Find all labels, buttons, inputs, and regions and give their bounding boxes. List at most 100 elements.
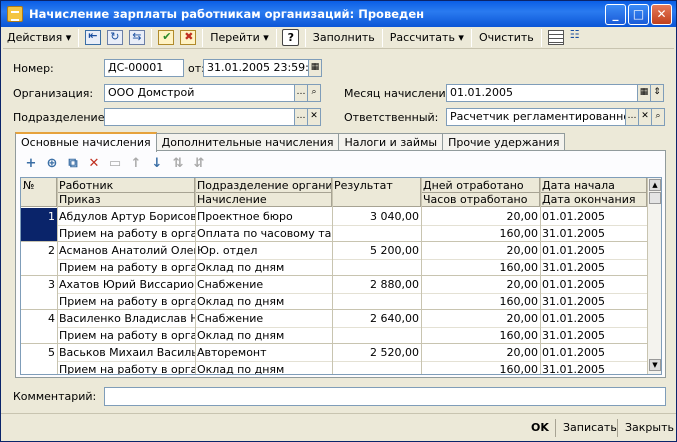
cell-dept[interactable]: Проектное бюро: [195, 209, 332, 224]
maximize-button[interactable]: □: [628, 3, 649, 25]
cell-hours[interactable]: 160,00: [421, 226, 540, 241]
cell-start[interactable]: 01.01.2005: [540, 243, 647, 258]
cell-num[interactable]: 3: [21, 277, 57, 292]
scroll-down-arrow-icon[interactable]: ▼: [649, 359, 661, 371]
tab-extra-accruals[interactable]: Дополнительные начисления: [155, 133, 340, 151]
col-header-hours[interactable]: Часов отработано: [421, 192, 540, 207]
refresh-icon[interactable]: ↻: [104, 28, 126, 48]
col-header-start-date[interactable]: Дата начала: [540, 178, 647, 193]
month-field[interactable]: 01.01.2005: [446, 84, 638, 102]
clear-button[interactable]: Очистить: [475, 28, 538, 48]
col-header-end-date[interactable]: Дата окончания: [540, 192, 647, 207]
goto-menu[interactable]: Перейти ▾: [206, 28, 273, 48]
tab-taxes-loans[interactable]: Налоги и займы: [338, 133, 444, 151]
cell-end[interactable]: 31.01.2005: [540, 260, 647, 275]
cell-num[interactable]: 4: [21, 311, 57, 326]
cell-start[interactable]: 01.01.2005: [540, 277, 647, 292]
help-button[interactable]: ?: [280, 28, 302, 48]
add-group-icon[interactable]: ⊕: [43, 154, 61, 172]
cell-dept[interactable]: Юр. отдел: [195, 243, 332, 258]
cell-hours[interactable]: 160,00: [421, 328, 540, 343]
close-window-button[interactable]: ✕: [651, 3, 672, 25]
cell-result[interactable]: 2 880,00: [332, 277, 421, 292]
cell-accrual[interactable]: Оплата по часовому тар...: [195, 226, 332, 241]
scroll-up-arrow-icon[interactable]: ▲: [649, 179, 661, 191]
minimize-button[interactable]: _: [605, 3, 626, 25]
cell-days[interactable]: 20,00: [421, 277, 540, 292]
sort-ascending-icon[interactable]: ⇅: [169, 154, 187, 172]
calendar-icon[interactable]: ▦: [308, 59, 322, 77]
cell-start[interactable]: 01.01.2005: [540, 345, 647, 360]
actions-menu[interactable]: Действия ▾: [3, 28, 75, 48]
tab-other-deductions[interactable]: Прочие удержания: [442, 133, 566, 151]
edit-row-icon[interactable]: ▭: [106, 154, 124, 172]
cell-order[interactable]: Прием на работу в орга...: [57, 294, 195, 309]
col-header-result[interactable]: Результат: [332, 178, 421, 207]
cell-dept[interactable]: Снабжение: [195, 311, 332, 326]
cell-employee[interactable]: Васьков Михаил Василь...: [57, 345, 195, 360]
date-field[interactable]: 31.01.2005 23:59:59: [203, 59, 309, 77]
department-field[interactable]: [104, 108, 295, 126]
responsible-field[interactable]: Расчетчик регламентированной з: [446, 108, 626, 126]
col-header-order[interactable]: Приказ: [57, 192, 195, 207]
cell-num[interactable]: 5: [21, 345, 57, 360]
comment-field[interactable]: [104, 387, 666, 406]
delete-row-icon[interactable]: ✕: [85, 154, 103, 172]
cell-accrual[interactable]: Оклад по дням: [195, 294, 332, 309]
cell-employee[interactable]: Асманов Анатолий Олег...: [57, 243, 195, 258]
go-first-icon[interactable]: ⇤: [82, 28, 104, 48]
vertical-scrollbar[interactable]: ▲ ▼: [647, 178, 661, 374]
open-search-icon[interactable]: ⌕: [307, 84, 321, 102]
organization-field[interactable]: ООО Домстрой: [104, 84, 295, 102]
cell-hours[interactable]: 160,00: [421, 260, 540, 275]
unpost-document-icon[interactable]: ✖: [177, 28, 199, 48]
col-header-department[interactable]: Подразделение организ...: [195, 178, 332, 193]
month-selector-icon[interactable]: ⇕: [650, 84, 664, 102]
tab-main-accruals[interactable]: Основные начисления: [15, 132, 157, 152]
table-view-icon[interactable]: [545, 28, 567, 48]
cell-accrual[interactable]: Оклад по дням: [195, 328, 332, 343]
cell-days[interactable]: 20,00: [421, 311, 540, 326]
cell-hours[interactable]: 160,00: [421, 294, 540, 309]
cell-accrual[interactable]: Оклад по дням: [195, 362, 332, 374]
cell-days[interactable]: 20,00: [421, 209, 540, 224]
list-settings-icon[interactable]: ☷: [567, 28, 589, 48]
calculate-menu[interactable]: Рассчитать ▾: [386, 28, 468, 48]
transfer-icon[interactable]: ⇆: [126, 28, 148, 48]
calendar-icon[interactable]: ▦: [637, 84, 651, 102]
cell-num[interactable]: 2: [21, 243, 57, 258]
open-search-icon[interactable]: ⌕: [651, 108, 665, 126]
cell-dept[interactable]: Авторемонт: [195, 345, 332, 360]
cell-num[interactable]: 1: [21, 209, 57, 224]
cell-dept[interactable]: Снабжение: [195, 277, 332, 292]
ok-button[interactable]: OK: [531, 418, 549, 438]
move-down-icon[interactable]: ↓: [148, 154, 166, 172]
cell-order[interactable]: Прием на работу в орга...: [57, 362, 195, 374]
cell-hours[interactable]: 160,00: [421, 362, 540, 374]
cell-end[interactable]: 31.01.2005: [540, 362, 647, 374]
cell-order[interactable]: Прием на работу в орга...: [57, 226, 195, 241]
cell-days[interactable]: 20,00: [421, 345, 540, 360]
cell-end[interactable]: 31.01.2005: [540, 226, 647, 241]
cell-result[interactable]: 3 040,00: [332, 209, 421, 224]
add-row-icon[interactable]: +: [22, 154, 40, 172]
cell-employee[interactable]: Абдулов Артур Борисович: [57, 209, 195, 224]
number-field[interactable]: ДС-00001: [104, 59, 184, 77]
clear-field-icon[interactable]: ✕: [638, 108, 652, 126]
cell-employee[interactable]: Ахатов Юрий Виссарион...: [57, 277, 195, 292]
post-document-icon[interactable]: ✔: [155, 28, 177, 48]
save-button[interactable]: Записать: [563, 418, 617, 438]
move-up-icon[interactable]: ↑: [127, 154, 145, 172]
select-ellipsis-icon[interactable]: …: [625, 108, 639, 126]
cell-accrual[interactable]: Оклад по дням: [195, 260, 332, 275]
cell-result[interactable]: 5 200,00: [332, 243, 421, 258]
copy-row-icon[interactable]: ⧉: [64, 154, 82, 172]
col-header-days[interactable]: Дней отработано: [421, 178, 540, 193]
col-header-num[interactable]: №: [21, 178, 57, 207]
scroll-thumb[interactable]: [649, 192, 661, 204]
select-ellipsis-icon[interactable]: …: [294, 84, 308, 102]
cell-result[interactable]: 2 640,00: [332, 311, 421, 326]
select-ellipsis-icon[interactable]: …: [294, 108, 308, 126]
col-header-employee[interactable]: Работник: [57, 178, 195, 193]
col-header-accrual[interactable]: Начисление: [195, 192, 332, 207]
